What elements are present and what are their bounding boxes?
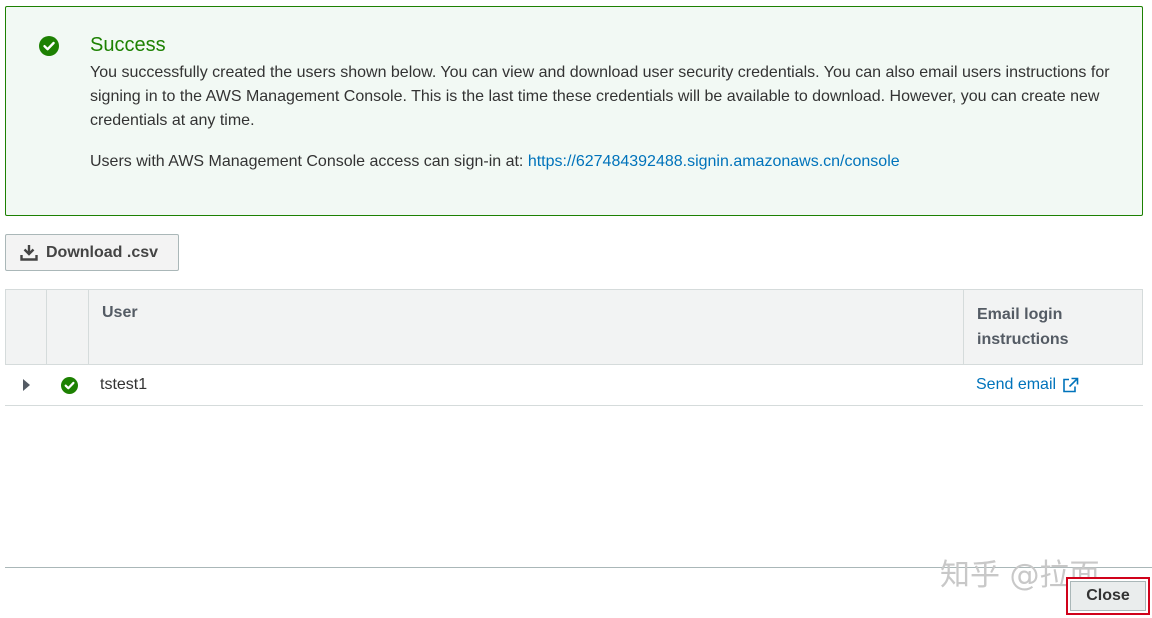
alert-body: You successfully created the users shown… — [90, 64, 1110, 129]
expand-row-icon[interactable] — [23, 379, 30, 391]
column-header-email-login: Email login instructions — [977, 306, 1069, 348]
check-circle-icon — [61, 377, 78, 394]
console-signin-link[interactable]: https://627484392488.signin.amazonaws.cn… — [528, 153, 900, 170]
close-button[interactable]: Close — [1070, 581, 1146, 611]
table-row: tstest1 Send email — [5, 365, 1143, 406]
download-csv-label: Download .csv — [46, 243, 159, 261]
close-button-highlight: Close — [1066, 577, 1150, 615]
header-divider — [963, 290, 964, 364]
external-link-icon — [1063, 377, 1079, 393]
users-table: User Email login instructions tstest1 Se… — [5, 289, 1143, 406]
send-email-link[interactable]: Send email — [976, 376, 1079, 394]
header-divider — [88, 290, 89, 364]
header-divider — [46, 290, 47, 364]
download-csv-button[interactable]: Download .csv — [5, 234, 179, 271]
alert-title: Success — [90, 34, 166, 56]
check-circle-icon — [39, 36, 59, 56]
column-header-user[interactable]: User — [102, 304, 138, 322]
table-header: User Email login instructions — [5, 289, 1143, 365]
send-email-label: Send email — [976, 376, 1057, 393]
console-signin-text: Users with AWS Management Console access… — [90, 151, 900, 173]
download-icon — [20, 245, 38, 261]
row-user-name: tstest1 — [100, 376, 148, 393]
console-signin-prefix: Users with AWS Management Console access… — [90, 153, 528, 170]
success-alert: Success You successfully created the use… — [5, 6, 1143, 216]
